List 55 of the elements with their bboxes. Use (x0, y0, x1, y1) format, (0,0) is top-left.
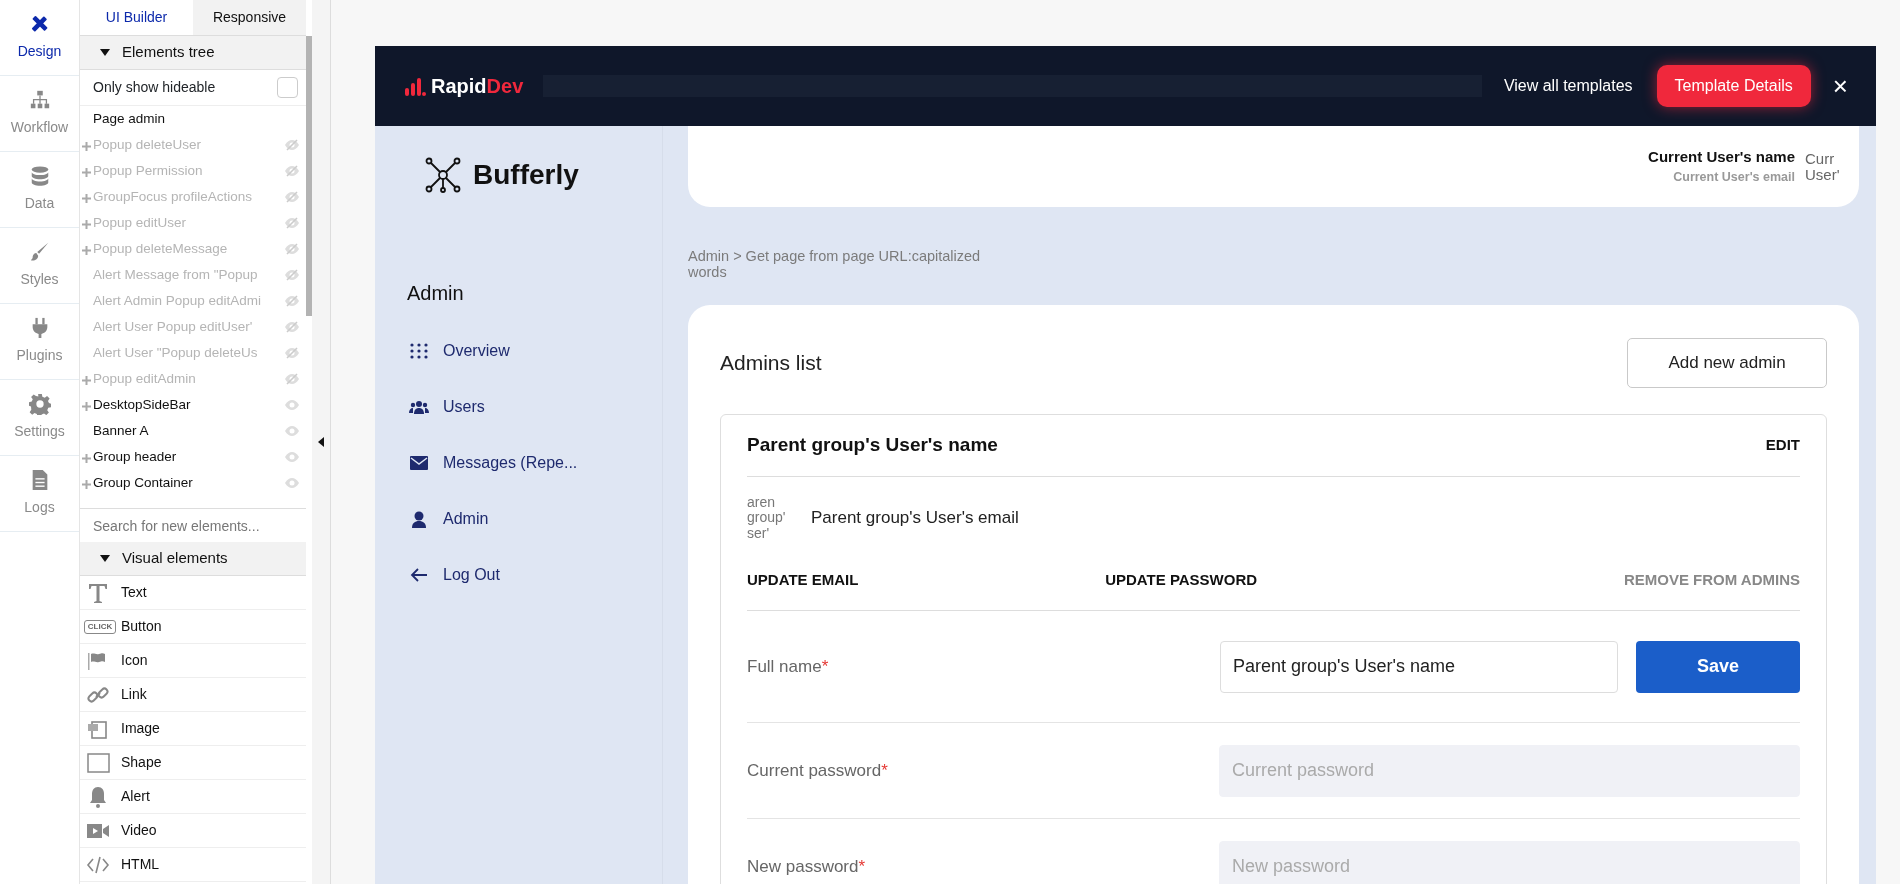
avatar-alt-text: Curr User' (1805, 150, 1841, 183)
field-label: Full name* (747, 655, 830, 678)
action-link[interactable]: UPDATE PASSWORD (1105, 569, 1258, 592)
section-header[interactable]: Elements tree (80, 36, 306, 70)
rail-tab[interactable]: Settings (0, 380, 79, 456)
logo-text: RapidDev (431, 74, 524, 99)
nav-link[interactable]: Messages (Repe... (409, 448, 662, 478)
nav-link[interactable]: Log Out (409, 560, 662, 590)
breadcrumb: Admin > Get page from page URL:capitalized words (688, 249, 982, 281)
card-title: Admins list (720, 350, 822, 377)
sidebar-heading: Admin (407, 281, 465, 306)
input-field[interactable]: Current password (1219, 744, 1800, 797)
element-item[interactable]: Link (80, 678, 306, 712)
brand-name: Bufferly (473, 158, 579, 192)
element-item[interactable]: Alert (80, 780, 306, 814)
element-item[interactable]: Image (80, 712, 306, 746)
tree-item[interactable]: Group header (93, 446, 284, 468)
nav-link[interactable]: Overview (409, 336, 662, 366)
filter-label: Only show hideable (93, 78, 216, 97)
input-field[interactable]: New password (1219, 840, 1800, 884)
field-label: Current password* (747, 759, 889, 782)
save-button[interactable]: Save (1636, 640, 1800, 693)
user-email: Current User's email (1672, 169, 1795, 187)
element-item[interactable]: Text (80, 576, 306, 610)
add-admin-button[interactable]: Add new admin (1627, 337, 1827, 388)
rail-tab[interactable]: Styles (0, 228, 79, 304)
edit-link[interactable]: EDIT (1765, 434, 1800, 457)
nav-link[interactable]: Users (409, 392, 662, 422)
template-details-button[interactable]: Template Details (1656, 65, 1811, 107)
rail-tab[interactable]: Logs (0, 456, 79, 532)
element-item[interactable]: Icon (80, 644, 306, 678)
avatar-alt-text: aren group' ser' (747, 494, 787, 542)
rail-tab[interactable]: Design (0, 0, 79, 76)
rail-tab[interactable]: Plugins (0, 304, 79, 380)
close-button[interactable]: × (1828, 73, 1852, 99)
section-header[interactable]: Visual elements (80, 542, 306, 576)
element-item[interactable]: Shape (80, 746, 306, 780)
field-label: New password* (747, 855, 867, 878)
tree-item[interactable]: Group Container (93, 472, 284, 494)
admin-name: Parent group's User's name (747, 433, 998, 458)
admin-email: Parent group's User's email (811, 507, 1019, 530)
tree-item[interactable]: DesktopSideBar (93, 394, 284, 416)
nav-link[interactable]: Admin (409, 504, 662, 534)
element-item[interactable]: HTML (80, 848, 306, 882)
click-button-icon: CLICK (83, 619, 117, 634)
panel-tab[interactable]: Responsive (193, 0, 306, 36)
rail-tab[interactable]: Workflow (0, 76, 79, 152)
templates-link[interactable]: View all templates (1503, 74, 1633, 98)
element-item[interactable]: CLICK Button (80, 610, 306, 644)
action-link[interactable]: UPDATE EMAIL (747, 569, 859, 592)
element-item[interactable]: Video (80, 814, 306, 848)
input-field[interactable]: Parent group's User's name (1220, 640, 1618, 693)
user-name: Current User's name (1648, 146, 1795, 167)
tree-item[interactable]: Banner A (93, 420, 284, 442)
tree-item[interactable]: Page admin (93, 108, 300, 130)
